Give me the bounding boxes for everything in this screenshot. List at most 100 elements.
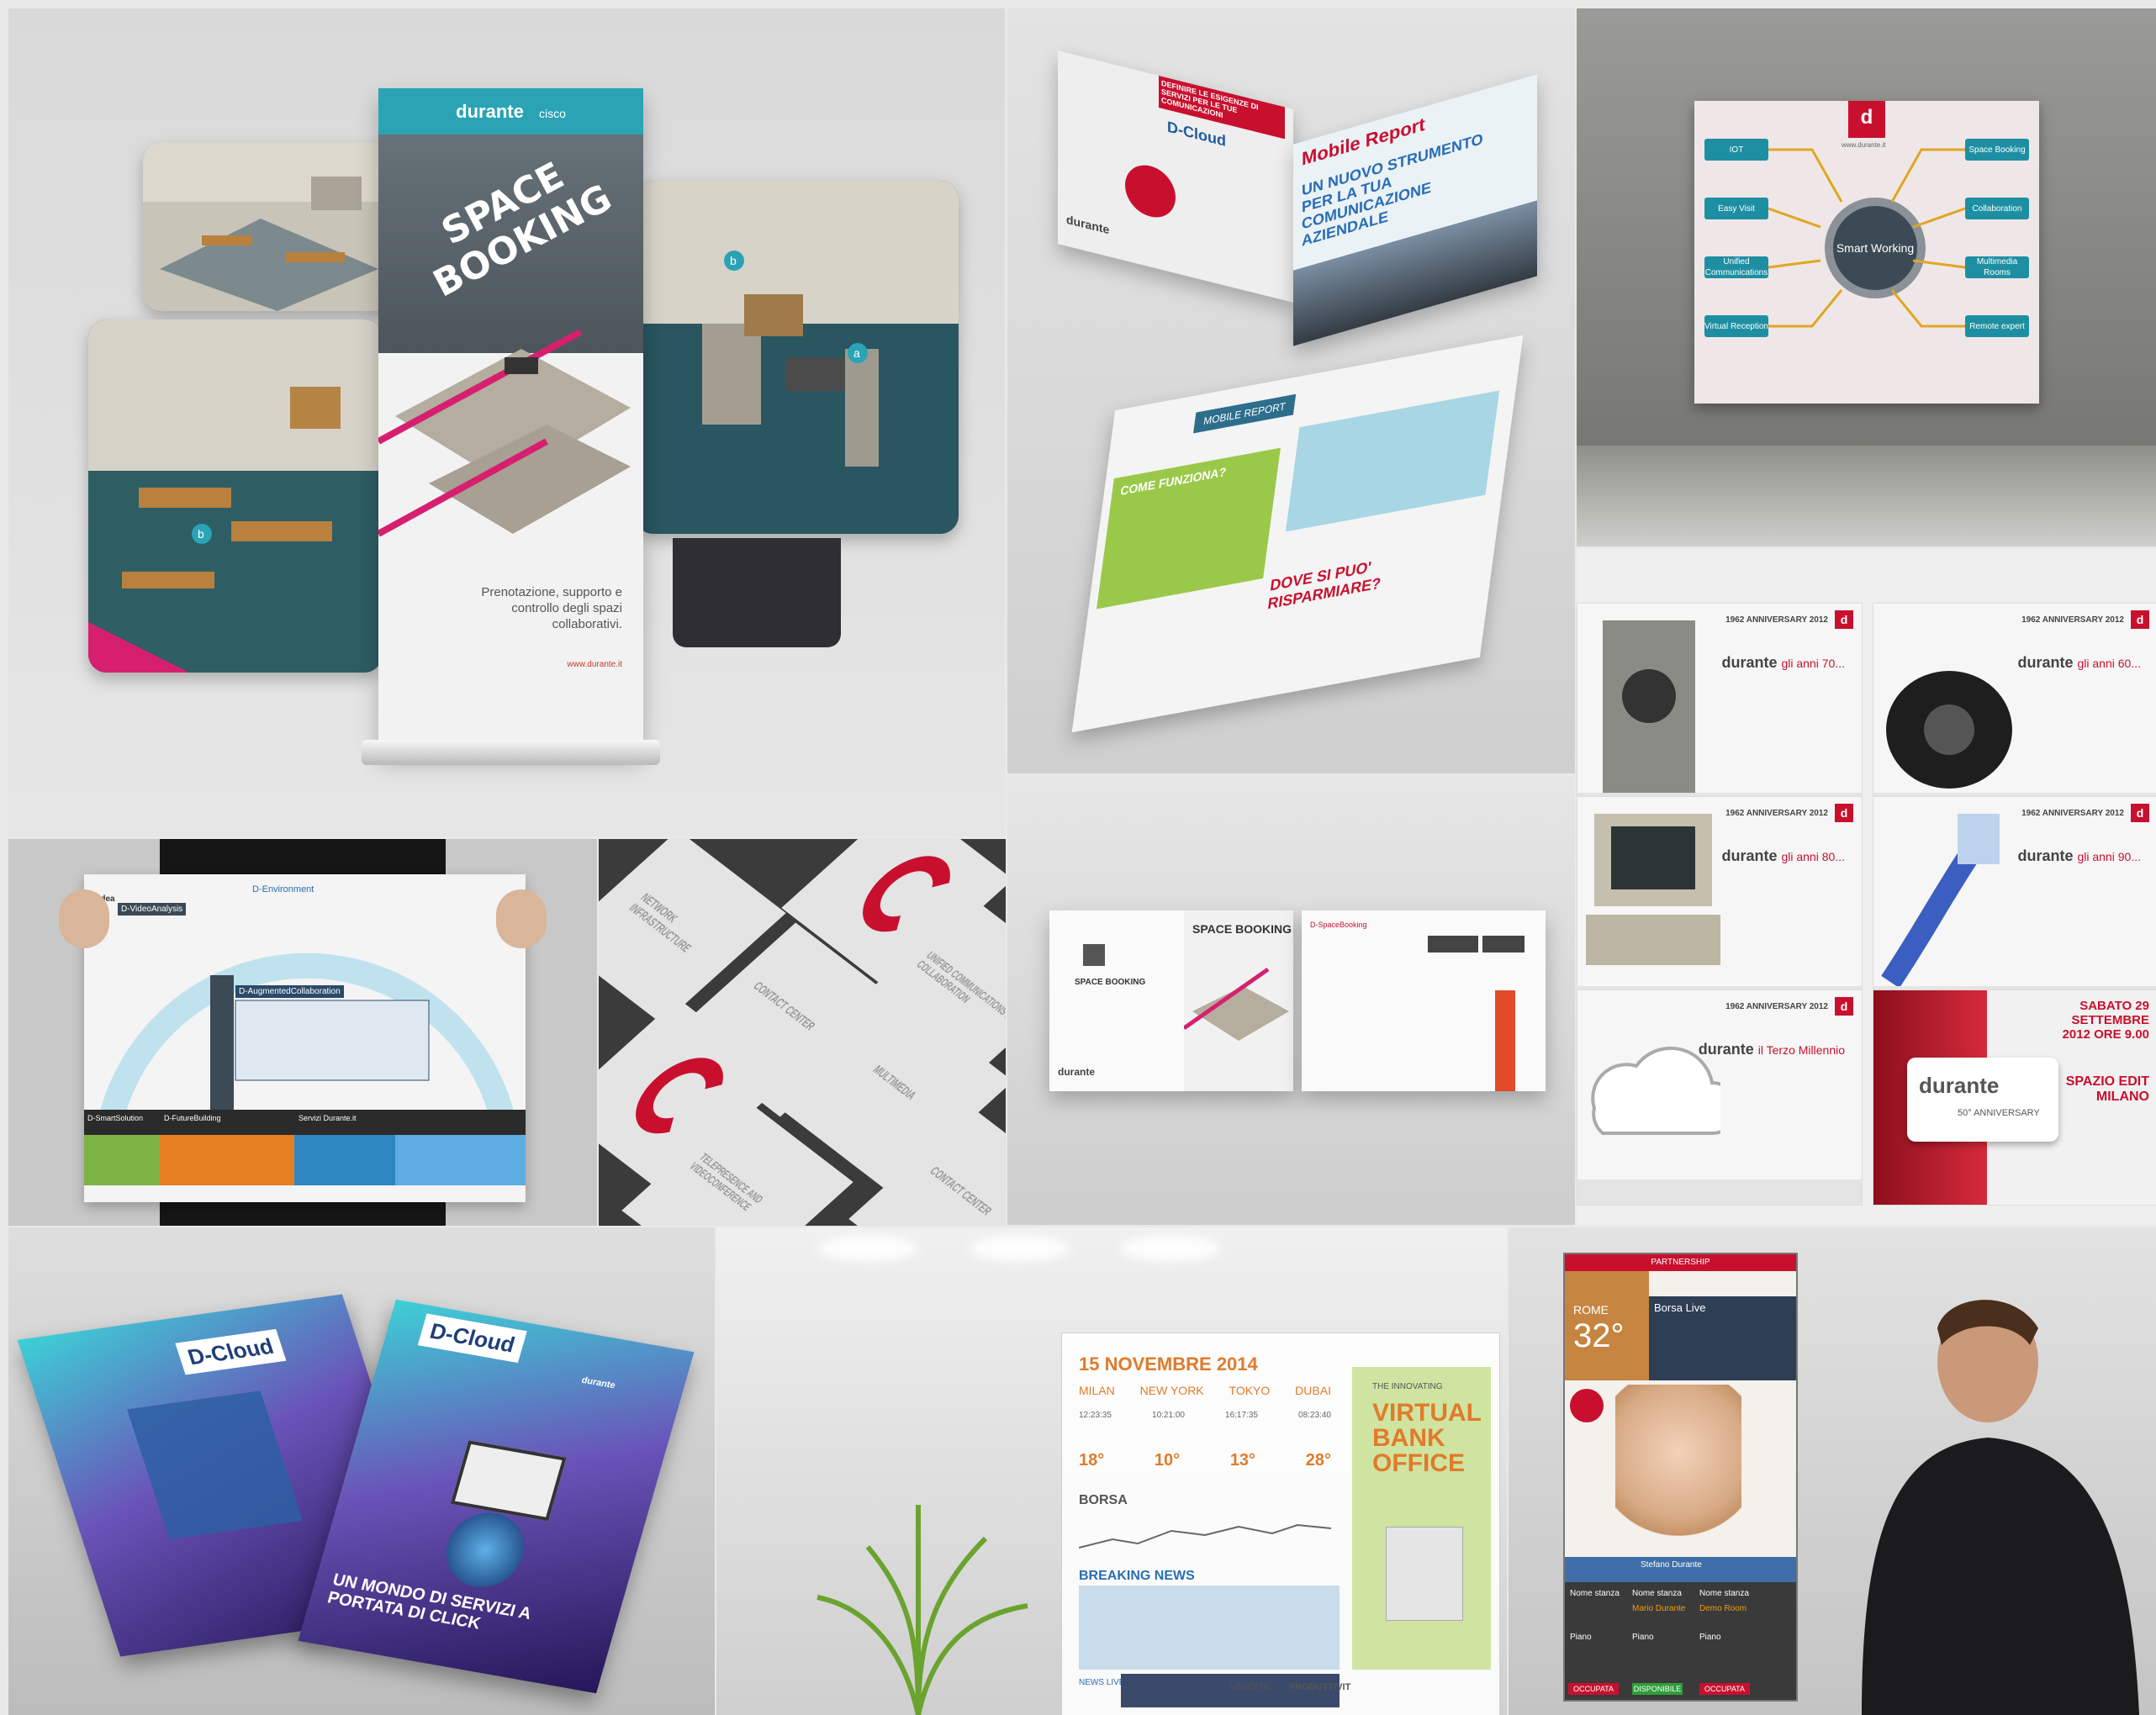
tag-virtual-reception: Virtual Reception — [1704, 315, 1768, 337]
mobile-report-brochure-tile: DEFINIRE LE ESIGENZE DI SERVIZI PER LE T… — [1007, 8, 1575, 773]
dcloud-back-textbox — [127, 1390, 303, 1539]
banner-tagline: Prenotazione, supporto e controllo degli… — [481, 585, 622, 631]
trifold-tower-graphic — [1495, 990, 1515, 1091]
smart-working-board-tile: d www.durante.it Smart Working IOT Easy … — [1577, 8, 2156, 546]
ceiling-light-1 — [817, 1236, 918, 1261]
signage-cities: MILAN NEW YORK TOKYO DUBAI — [1079, 1384, 1331, 1397]
anniversary-slides-tile: 1962 ANNIVERSARY 2012 d durante gli anni… — [1577, 548, 2156, 1225]
trifold-screen-2 — [1482, 936, 1525, 952]
banner-brand: durante — [456, 101, 524, 122]
badge-a: a — [853, 346, 860, 360]
room-label-3: Nome stanza — [1699, 1589, 1749, 1598]
invitation-monitor: durante 50° ANNIVERSARY — [1907, 1058, 2058, 1142]
bank-title: VIRTUAL BANK OFFICE — [1372, 1399, 1482, 1477]
cloud-icon — [1591, 1046, 1720, 1135]
tag-multimedia-rooms: Multimedia Rooms — [1965, 256, 2029, 278]
bottom-word-vendite: VENDITE — [1230, 1682, 1271, 1692]
brochure-dcloud-logo: D-Cloud — [1167, 118, 1226, 150]
room-value-2: Demo Room — [1699, 1604, 1747, 1613]
room-value-1: Mario Durante — [1632, 1604, 1686, 1613]
office-illustration-card-right: b a — [635, 181, 959, 534]
trifold-left: SPACE BOOKING durante SPACE BOOKING — [1049, 910, 1293, 1091]
kiosk-city: ROME — [1573, 1303, 1609, 1317]
slide-year: 1962 ANNIVERSARY 2012 — [1725, 1002, 1828, 1011]
poster-arc-diagram — [84, 952, 526, 1185]
vintage-computer-icon — [1586, 814, 1720, 965]
atm-kiosk-graphic — [1386, 1527, 1463, 1621]
poster-bottom-3: Servizi Durante.it — [299, 1114, 357, 1122]
slide-event-invitation: durante 50° ANNIVERSARY SABATO 29 SETTEM… — [1873, 989, 2156, 1206]
brochure-right-cover: Mobile Report UN NUOVO STRUMENTO PER LA … — [1293, 74, 1537, 346]
signage-screen: 15 NOVEMBRE 2014 MILAN NEW YORK TOKYO DU… — [1061, 1332, 1500, 1715]
earth-globe-icon — [437, 1507, 533, 1594]
status-occupata-2[interactable]: OCCUPATA — [1699, 1683, 1750, 1695]
rollup-stand — [362, 740, 660, 765]
floor — [1577, 446, 2156, 546]
ceiling-light-2 — [969, 1236, 1070, 1261]
poster-sub-augmented: D-AugmentedCollaboration — [235, 985, 344, 998]
badge-b-right: b — [730, 254, 737, 267]
portfolio-collage: b b a durante cisco SPACE BOOKING Prenot… — [0, 0, 2156, 1715]
ceiling-light-3 — [1120, 1236, 1221, 1261]
slide-year: 1962 ANNIVERSARY 2012 — [2021, 809, 2124, 818]
businessman-silhouette — [1862, 1300, 2139, 1715]
inner-question: DOVE SI PUO' RISPARMIARE? — [1266, 558, 1382, 613]
slide-anni-70: 1962 ANNIVERSARY 2012 d durante gli anni… — [1577, 603, 1863, 819]
brochure-inner-spread: MOBILE REPORT COME FUNZIONA? DOVE SI PUO… — [1071, 335, 1524, 733]
signage-times: 12:23:35 10:21:00 16:17:35 08:23:40 — [1079, 1411, 1331, 1420]
kiosk-borsa-title: Borsa Live — [1654, 1301, 1706, 1314]
trifold-panel-title: D-SpaceBooking — [1310, 921, 1367, 929]
space-booking-trifold-tile: SPACE BOOKING durante SPACE BOOKING D-Sp… — [1007, 776, 1575, 1225]
news-list — [1079, 1586, 1340, 1670]
slide-logo: d — [2131, 610, 2149, 629]
city-new-york: NEW YORK — [1139, 1384, 1204, 1397]
dcloud-small-brand: durante — [580, 1375, 617, 1391]
slide-year: 1962 ANNIVERSARY 2012 — [1725, 615, 1828, 625]
invitation-brand: durante — [1919, 1073, 2000, 1098]
qr-code-icon — [1083, 944, 1105, 966]
dcloud-brochure-tile: D-Cloud D-Cloud durante UN MONDO DI SERV… — [8, 1227, 715, 1715]
status-disponibile[interactable]: DISPONIBILE — [1632, 1683, 1683, 1695]
slide-heading: durante gli anni 70... — [1721, 654, 1845, 671]
signage-temps: 18° 10° 13° 28° — [1079, 1451, 1331, 1470]
slide-heading: durante gli anni 80... — [1721, 847, 1845, 864]
tag-easy-visit: Easy Visit — [1704, 198, 1768, 219]
trifold-small-title: SPACE BOOKING — [1075, 978, 1146, 987]
banner-illustration — [378, 329, 631, 537]
banner-header: durante cisco — [378, 88, 643, 135]
wall-phone-icon — [1603, 620, 1695, 797]
inner-green-panel: COME FUNZIONA? — [1096, 447, 1281, 609]
piano-label-2: Piano — [1632, 1633, 1654, 1642]
room-label-2: Nome stanza — [1632, 1589, 1682, 1598]
office-illustration-card-top — [143, 143, 395, 311]
poster-bottom-2: D-FutureBuilding — [164, 1114, 221, 1122]
network-cable-icon — [1881, 814, 2000, 989]
brochure-brand: durante — [1066, 212, 1110, 237]
virtual-bank-panel: THE INNOVATING VIRTUAL BANK OFFICE — [1352, 1367, 1491, 1670]
event-date: SABATO 29 SETTEMBRE 2012 ORE 9.00 — [2062, 999, 2149, 1042]
right-hand — [496, 889, 547, 948]
signage-date: 15 NOVEMBRE 2014 — [1079, 1354, 1258, 1375]
slide-terzo-millennio: 1962 ANNIVERSARY 2012 d durante il Terzo… — [1577, 989, 1863, 1206]
city-tokyo: TOKYO — [1229, 1384, 1271, 1397]
brochure-d-emblem — [1125, 160, 1176, 223]
slide-anni-80: 1962 ANNIVERSARY 2012 d durante gli anni… — [1577, 796, 1863, 1012]
tag-unified-communications: Unified Communications — [1704, 256, 1768, 278]
kiosk-d-logo — [1570, 1389, 1604, 1422]
room-label-1: Nome stanza — [1570, 1589, 1620, 1598]
slide-logo: d — [1835, 804, 1853, 822]
smart-working-board: d www.durante.it Smart Working IOT Easy … — [1694, 101, 2039, 404]
brochure-left-cover: DEFINIRE LE ESIGENZE DI SERVIZI PER LE T… — [1058, 50, 1293, 303]
trifold-brand-left: durante — [1058, 1066, 1096, 1078]
invitation-anniversary: 50° ANNIVERSARY — [1958, 1108, 2040, 1118]
palm-plant — [816, 1505, 1028, 1715]
inner-blue-panel — [1285, 390, 1500, 532]
tag-iot: IOT — [1704, 139, 1768, 161]
poster-sub-videoanalysis: D-VideoAnalysis — [118, 903, 187, 916]
borsa-sparkline — [1079, 1523, 1331, 1549]
status-occupata-1[interactable]: OCCUPATA — [1568, 1683, 1619, 1695]
smart-working-hub: Smart Working — [1825, 198, 1926, 298]
slide-heading: durante gli anni 90... — [2017, 847, 2141, 864]
office-illustration-card-left: b — [88, 319, 383, 673]
signage-borsa-label: BORSA — [1079, 1493, 1128, 1507]
